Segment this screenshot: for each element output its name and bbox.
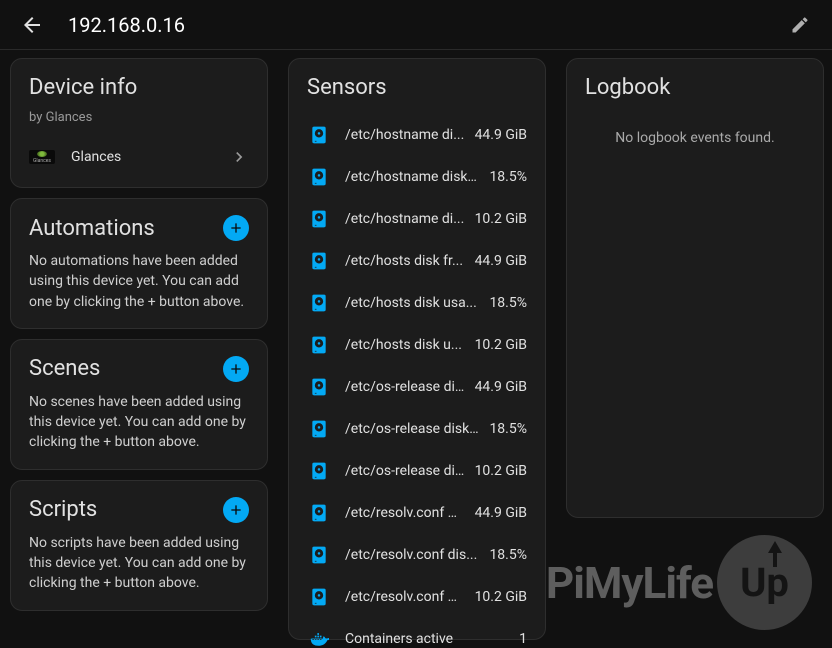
- harddisk-icon: [307, 543, 331, 567]
- sensor-name: /etc/os-release disk...: [345, 421, 479, 437]
- automations-body: No automations have been added using thi…: [29, 251, 249, 312]
- sensor-value: 10.2 GiB: [475, 337, 527, 353]
- sensor-value: 18.5%: [489, 169, 527, 185]
- device-info-subtitle: by Glances: [29, 110, 249, 125]
- sensor-value: 44.9 GiB: [475, 505, 527, 521]
- sensor-name: /etc/resolv.conf d...: [345, 589, 465, 605]
- sensor-name: /etc/resolv.conf d...: [345, 505, 465, 521]
- pencil-icon: [790, 15, 810, 35]
- sensor-value: 10.2 GiB: [475, 211, 527, 227]
- device-info-card: Device info by Glances Glances Glances: [10, 58, 268, 188]
- sensor-row[interactable]: /etc/os-release disk... 18.5%: [301, 408, 533, 450]
- sensor-row[interactable]: /etc/hosts disk usa... 18.5%: [301, 282, 533, 324]
- sensor-name: /etc/hosts disk usa...: [345, 295, 479, 311]
- scripts-body: No scripts have been added using this de…: [29, 533, 249, 594]
- sensor-name: /etc/hosts disk u...: [345, 337, 465, 353]
- middle-column: Sensors /etc/hostname di... 44.9 GiB/etc/…: [278, 50, 556, 648]
- plus-icon: [228, 361, 244, 377]
- sensor-value: 18.5%: [489, 547, 527, 563]
- left-column: Device info by Glances Glances Glances A…: [0, 50, 278, 648]
- sensor-value: 44.9 GiB: [475, 127, 527, 143]
- sensor-name: /etc/hostname di...: [345, 211, 465, 227]
- edit-button[interactable]: [780, 5, 820, 45]
- harddisk-icon: [307, 291, 331, 315]
- sensor-row[interactable]: /etc/hosts disk fr... 44.9 GiB: [301, 240, 533, 282]
- sensor-name: /etc/os-release di...: [345, 379, 465, 395]
- topbar: 192.168.0.16: [0, 0, 832, 50]
- plus-icon: [228, 220, 244, 236]
- sensor-row[interactable]: /etc/hostname di... 44.9 GiB: [301, 114, 533, 156]
- sensor-row[interactable]: /etc/os-release di... 44.9 GiB: [301, 366, 533, 408]
- sensor-value: 1: [519, 631, 527, 647]
- harddisk-icon: [307, 585, 331, 609]
- integration-link[interactable]: Glances Glances: [29, 143, 249, 171]
- sensor-name: /etc/hostname di...: [345, 127, 465, 143]
- sensor-row[interactable]: Containers active 1: [301, 618, 533, 648]
- sensor-name: /etc/os-release di...: [345, 463, 465, 479]
- sensor-name: /etc/resolv.conf dis...: [345, 547, 479, 563]
- sensor-value: 18.5%: [489, 421, 527, 437]
- sensor-value: 10.2 GiB: [475, 463, 527, 479]
- sensor-row[interactable]: /etc/hostname di... 10.2 GiB: [301, 198, 533, 240]
- sensor-value: 10.2 GiB: [475, 589, 527, 605]
- logbook-title: Logbook: [585, 75, 805, 100]
- logbook-empty: No logbook events found.: [585, 130, 805, 146]
- harddisk-icon: [307, 333, 331, 357]
- harddisk-icon: [307, 207, 331, 231]
- device-info-title: Device info: [29, 75, 249, 100]
- sensor-name: Containers active: [345, 631, 509, 647]
- sensor-row[interactable]: /etc/resolv.conf dis... 18.5%: [301, 534, 533, 576]
- page-title: 192.168.0.16: [68, 13, 185, 37]
- sensor-row[interactable]: /etc/hostname disk ... 18.5%: [301, 156, 533, 198]
- glances-logo-icon: Glances: [29, 150, 55, 164]
- chevron-right-icon: [229, 147, 249, 167]
- harddisk-icon: [307, 375, 331, 399]
- integration-name: Glances: [71, 149, 229, 165]
- harddisk-icon: [307, 123, 331, 147]
- add-script-button[interactable]: [223, 497, 249, 523]
- scenes-body: No scenes have been added using this dev…: [29, 392, 249, 453]
- sensor-row[interactable]: /etc/resolv.conf d... 44.9 GiB: [301, 492, 533, 534]
- add-automation-button[interactable]: [223, 215, 249, 241]
- sensor-name: /etc/hosts disk fr...: [345, 253, 465, 269]
- automations-card: Automations No automations have been add…: [10, 198, 268, 329]
- sensors-title: Sensors: [307, 75, 533, 100]
- content-grid: Device info by Glances Glances Glances A…: [0, 50, 832, 648]
- glances-logo-label: Glances: [33, 158, 51, 164]
- scenes-card: Scenes No scenes have been added using t…: [10, 339, 268, 470]
- arrow-left-icon: [20, 13, 44, 37]
- back-button[interactable]: [12, 5, 52, 45]
- sensor-row[interactable]: /etc/resolv.conf d... 10.2 GiB: [301, 576, 533, 618]
- harddisk-icon: [307, 165, 331, 189]
- logbook-card: Logbook No logbook events found.: [566, 58, 824, 518]
- sensor-row[interactable]: /etc/os-release di... 10.2 GiB: [301, 450, 533, 492]
- sensors-card: Sensors /etc/hostname di... 44.9 GiB/etc/…: [288, 58, 546, 640]
- right-column: Logbook No logbook events found.: [556, 50, 832, 648]
- sensor-value: 44.9 GiB: [475, 379, 527, 395]
- scripts-card: Scripts No scripts have been added using…: [10, 480, 268, 611]
- plus-icon: [228, 502, 244, 518]
- sensor-value: 18.5%: [489, 295, 527, 311]
- automations-title: Automations: [29, 216, 155, 241]
- harddisk-icon: [307, 501, 331, 525]
- harddisk-icon: [307, 459, 331, 483]
- sensors-list: /etc/hostname di... 44.9 GiB/etc/hostname…: [301, 114, 533, 648]
- docker-icon: [307, 627, 331, 648]
- sensor-value: 44.9 GiB: [475, 253, 527, 269]
- scenes-title: Scenes: [29, 356, 100, 381]
- add-scene-button[interactable]: [223, 356, 249, 382]
- sensor-row[interactable]: /etc/hosts disk u... 10.2 GiB: [301, 324, 533, 366]
- scripts-title: Scripts: [29, 497, 97, 522]
- harddisk-icon: [307, 249, 331, 273]
- harddisk-icon: [307, 417, 331, 441]
- sensor-name: /etc/hostname disk ...: [345, 169, 479, 185]
